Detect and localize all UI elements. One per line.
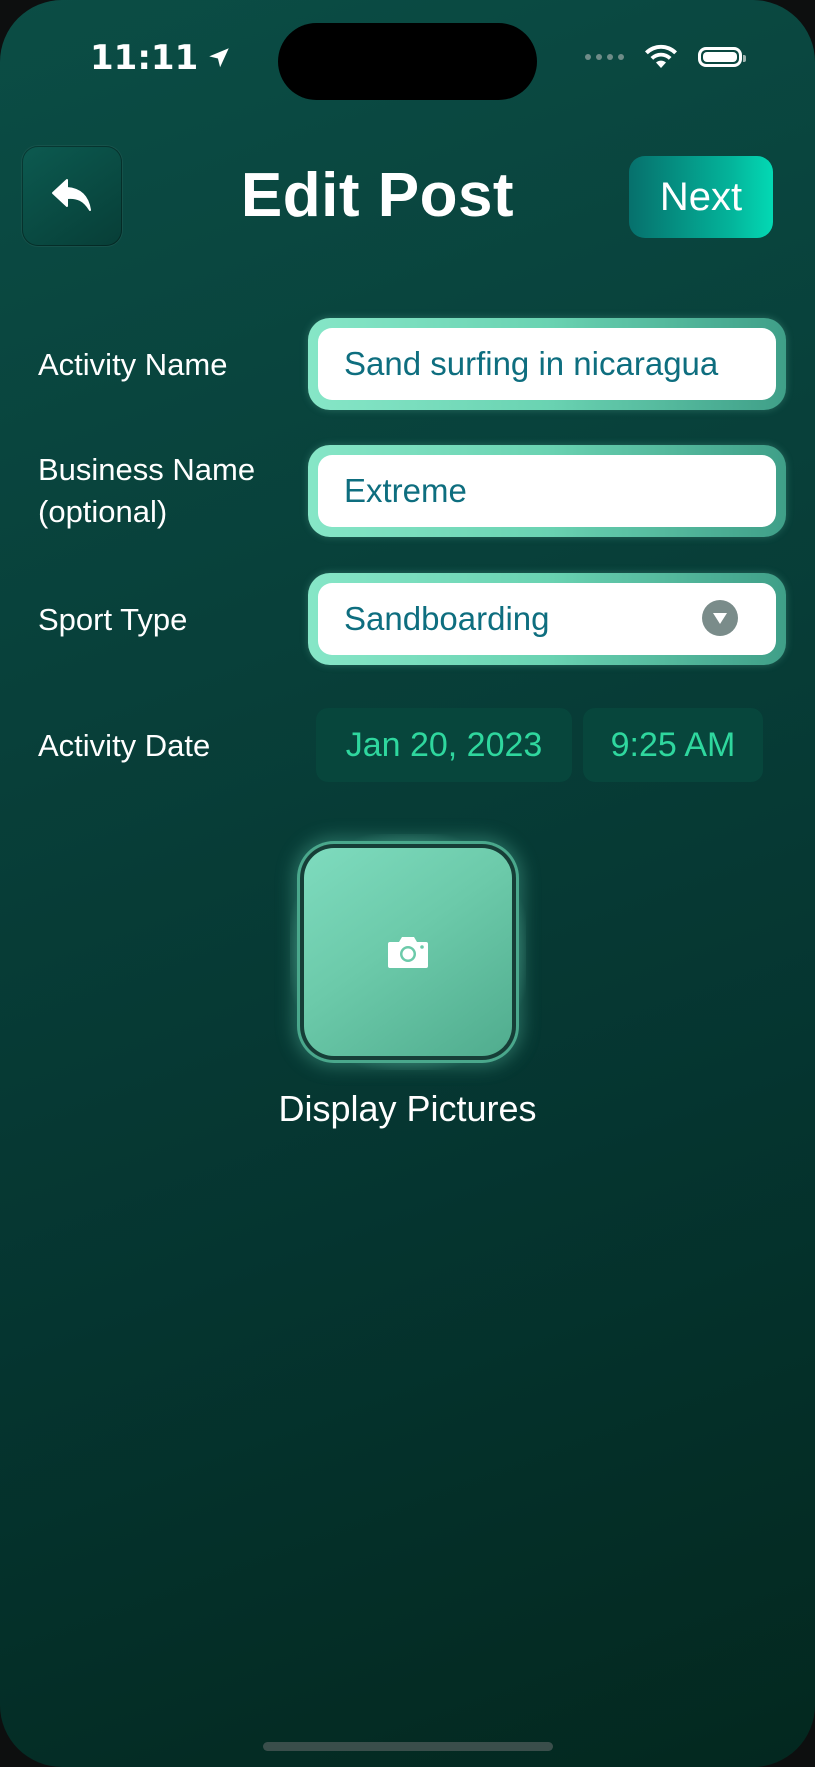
wifi-icon — [645, 44, 677, 68]
activity-date-picker[interactable]: Jan 20, 2023 — [316, 708, 572, 782]
status-time-text: 11:11 — [90, 38, 199, 78]
add-picture-button[interactable] — [300, 844, 516, 1060]
camera-icon — [388, 937, 428, 968]
business-name-input[interactable] — [344, 472, 776, 510]
sport-type-field: Sandboarding — [308, 573, 786, 665]
activity-name-label: Activity Name — [38, 347, 228, 382]
status-icons — [585, 44, 746, 70]
activity-name-field — [308, 318, 786, 410]
status-time: 11:11 — [90, 38, 232, 78]
activity-time-picker[interactable]: 9:25 AM — [583, 708, 763, 782]
chevron-down-icon — [702, 600, 738, 636]
home-indicator[interactable] — [263, 1742, 553, 1751]
business-name-label-line2: (optional) — [38, 494, 168, 529]
activity-date-label: Activity Date — [38, 728, 211, 763]
phone-screen: 11:11 Edit Post Next Activity Name Sand … — [0, 0, 815, 1767]
business-name-field — [308, 445, 786, 537]
display-pictures-label: Display Pictures — [278, 1088, 537, 1129]
location-arrow-icon — [209, 48, 229, 68]
business-name-label: Business Name (optional) — [38, 449, 255, 533]
sport-type-select[interactable]: Sandboarding — [318, 583, 776, 655]
business-name-label-line1: Business Name — [38, 452, 256, 487]
next-button[interactable]: Next — [629, 156, 773, 238]
cellular-dots-icon — [585, 54, 624, 60]
sport-type-label: Sport Type — [38, 602, 188, 637]
battery-icon — [698, 47, 746, 67]
activity-name-input[interactable] — [344, 345, 776, 383]
dynamic-island — [278, 23, 537, 100]
